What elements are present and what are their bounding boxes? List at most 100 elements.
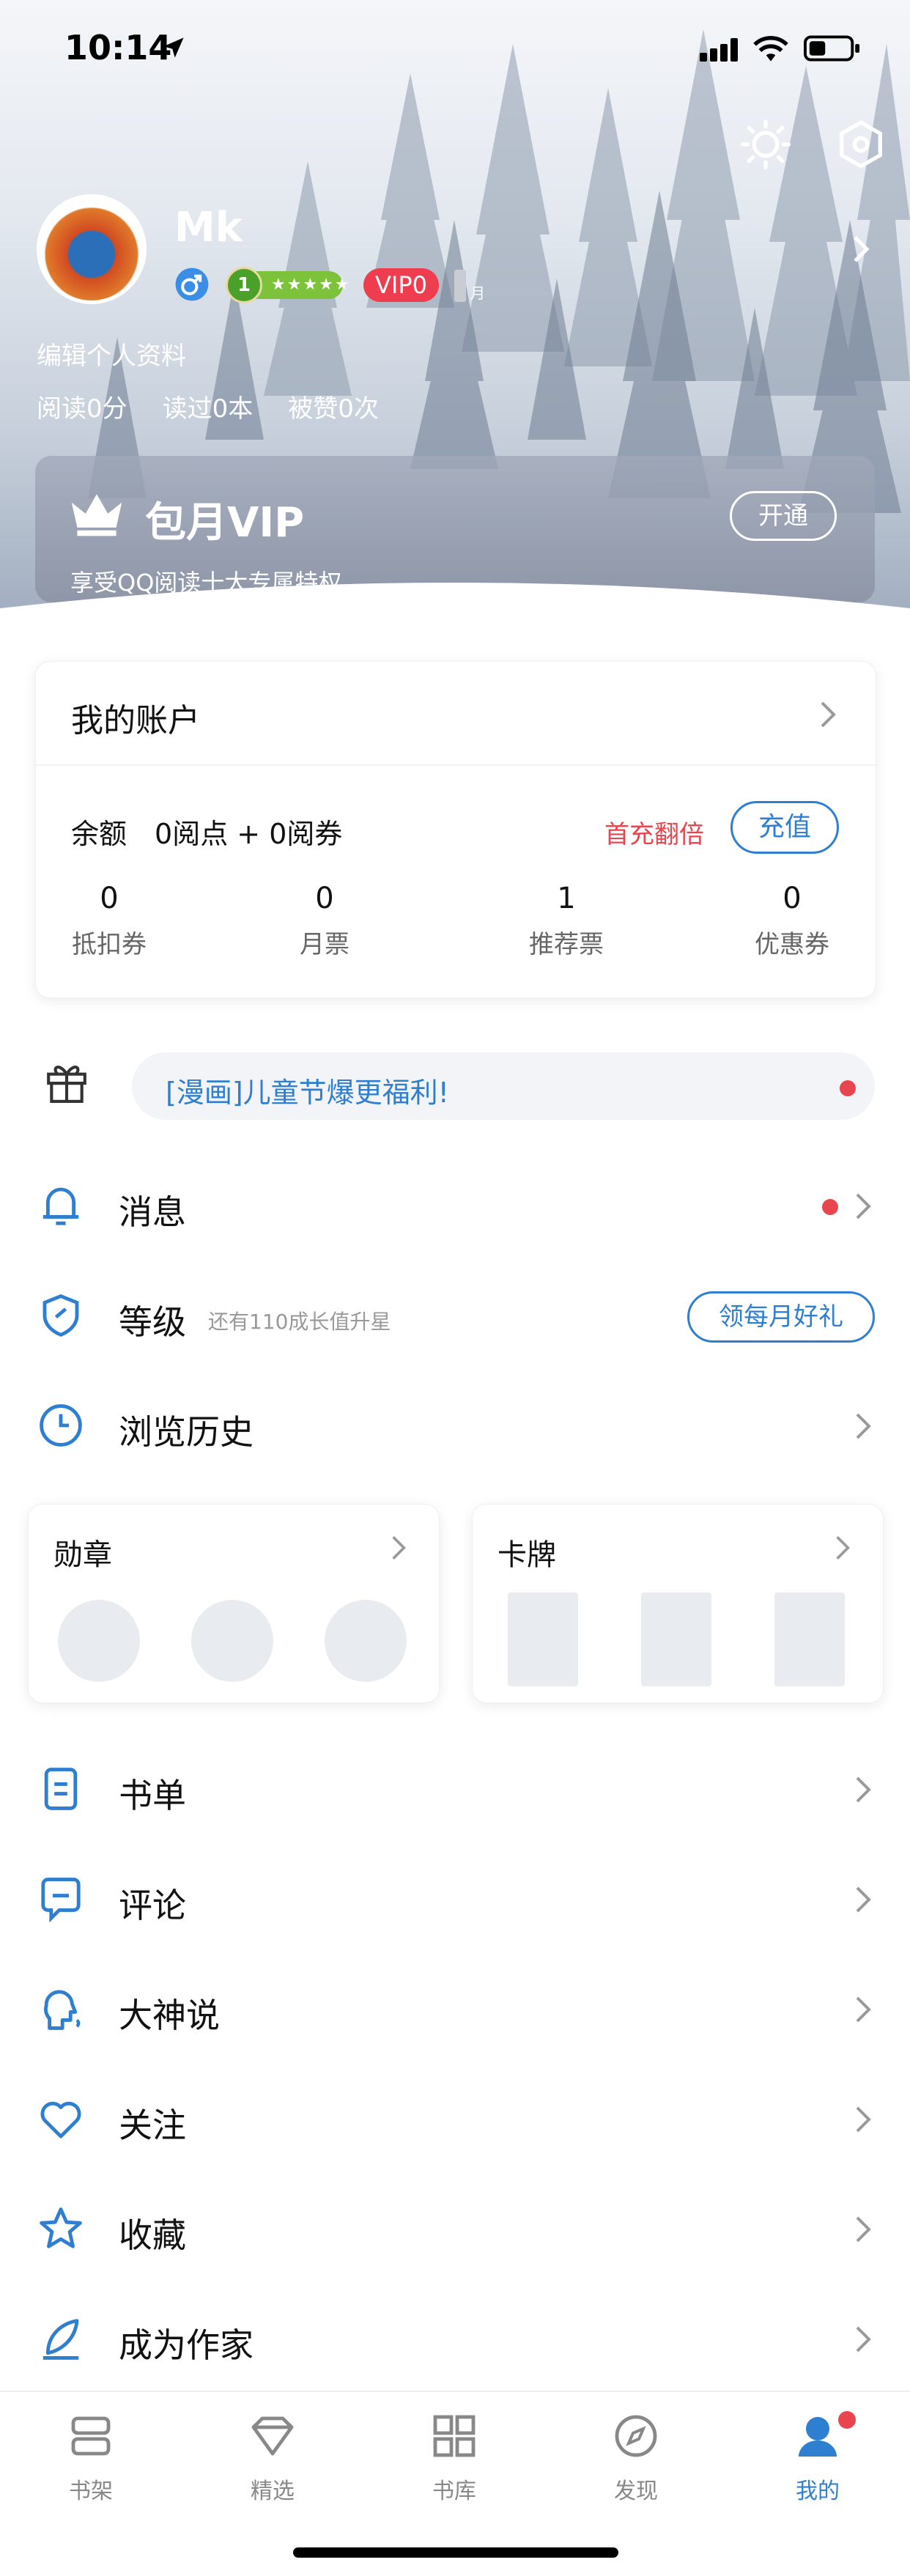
metric-deduction-coupon[interactable]: 0 抵扣券	[36, 882, 182, 960]
tab-me[interactable]: 我的	[744, 2410, 891, 2527]
brightness-icon[interactable]	[740, 119, 791, 170]
metric-discount-coupon[interactable]: 0 优惠券	[719, 882, 865, 960]
location-arrow-icon	[163, 37, 184, 58]
clock-icon	[40, 1404, 82, 1447]
notification-dot	[840, 1080, 856, 1096]
stat-likes: 被赞0次	[288, 394, 379, 424]
menu-item-history[interactable]: 浏览历史	[0, 1379, 910, 1475]
status-bar: 10:14	[0, 0, 910, 95]
tab-discover[interactable]: 发现	[563, 2410, 709, 2527]
metric-label: 推荐票	[529, 930, 604, 959]
header-curve	[0, 583, 910, 630]
chevron-right-icon	[856, 1193, 871, 1219]
profile-chevron-right-icon[interactable]	[850, 235, 872, 264]
medals-card[interactable]: 勋章	[28, 1504, 440, 1703]
balance-label: 余额	[71, 818, 127, 850]
menu-label: 浏览历史	[119, 1412, 254, 1452]
vip-title: 包月VIP	[145, 499, 305, 547]
settings-hexagon-icon[interactable]	[835, 119, 887, 170]
diamond-icon	[251, 2416, 294, 2456]
level-hint: 还有110成长值升星	[208, 1310, 391, 1334]
user-level-badge[interactable]: 1 ★★★★★	[226, 267, 349, 303]
edit-profile-link[interactable]: 编辑个人资料	[37, 336, 186, 372]
comment-icon	[41, 1878, 81, 1923]
recharge-button[interactable]: 充值	[730, 801, 839, 854]
medals-title: 勋章	[53, 1538, 112, 1572]
first-recharge-double-text[interactable]: 首充翻倍	[604, 814, 704, 850]
menu-item-level[interactable]: 等级 还有110成长值升星 领每月好礼	[0, 1269, 910, 1365]
battery-icon	[804, 35, 860, 62]
metric-label: 抵扣券	[72, 930, 147, 959]
home-indicator	[293, 2547, 618, 2558]
monthly-badge-label: 月	[470, 284, 485, 302]
menu-label: 评论	[119, 1886, 186, 1925]
tab-bookshelf[interactable]: 书架	[18, 2410, 164, 2527]
account-chevron-right-icon[interactable]	[818, 700, 837, 729]
person-icon	[799, 2417, 837, 2457]
tab-label: 精选	[251, 2479, 295, 2504]
metric-monthly-ticket[interactable]: 0 月票	[251, 882, 398, 960]
chevron-right-icon	[836, 1536, 850, 1560]
vip-open-button[interactable]: 开通	[730, 491, 837, 541]
menu-item-messages[interactable]: 消息	[0, 1159, 910, 1255]
card-placeholder	[641, 1593, 711, 1686]
star-icon	[40, 2207, 82, 2248]
menu-label: 关注	[119, 2106, 186, 2145]
account-title[interactable]: 我的账户	[71, 694, 200, 741]
stat-books-read: 读过0本	[162, 394, 254, 424]
status-time: 10:14	[64, 28, 172, 67]
menu-item-follow[interactable]: 关注	[0, 2073, 910, 2168]
menu-label: 书单	[119, 1776, 186, 1815]
cards-card[interactable]: 卡牌	[472, 1504, 884, 1703]
menu-label: 消息	[119, 1192, 186, 1232]
metric-value: 0	[315, 882, 334, 915]
chevron-right-icon	[856, 2326, 871, 2352]
bell-icon	[42, 1187, 79, 1225]
my-account-card: 我的账户 余额 0阅点 + 0阅券 首充翻倍 充值 0 抵扣券 0 月票 1 推荐…	[35, 661, 876, 998]
promo-text: [漫画]儿童节爆更福利!	[166, 1077, 449, 1109]
medal-placeholder	[191, 1600, 273, 1682]
medal-placeholder	[325, 1600, 407, 1682]
chevron-right-icon	[856, 1886, 871, 1913]
menu-label: 大神说	[119, 1996, 220, 2035]
avatar[interactable]	[37, 194, 147, 304]
tab-label: 书架	[69, 2479, 113, 2504]
menu-label: 等级	[119, 1302, 186, 1342]
vip-level-badge[interactable]: VIP0	[363, 268, 439, 302]
level-number: 1	[226, 267, 262, 303]
crown-icon	[71, 494, 122, 536]
metric-value: 0	[783, 882, 802, 915]
metric-value: 0	[100, 882, 119, 915]
chevron-right-icon	[856, 1413, 871, 1439]
bookshelf-icon	[71, 2416, 111, 2456]
tab-library[interactable]: 书库	[381, 2410, 528, 2527]
menu-item-comments[interactable]: 评论	[0, 1853, 910, 1948]
tab-label: 我的	[796, 2479, 840, 2504]
reading-stats: 阅读0分 读过0本 被赞0次	[37, 388, 414, 424]
promo-banner[interactable]: [漫画]儿童节爆更福利!	[132, 1052, 875, 1120]
menu-item-master-talk[interactable]: 大神说	[0, 1963, 910, 2058]
menu-item-become-writer[interactable]: 成为作家	[0, 2292, 910, 2388]
cards-title: 卡牌	[497, 1538, 556, 1572]
notification-dot	[838, 2411, 856, 2429]
card-placeholder	[508, 1593, 578, 1686]
menu-label: 收藏	[119, 2215, 186, 2255]
chevron-right-icon	[856, 2106, 871, 2133]
metric-recommend-ticket[interactable]: 1 推荐票	[493, 882, 640, 960]
balance-row: 余额 0阅点 + 0阅券	[71, 811, 342, 852]
wifi-icon	[753, 36, 788, 62]
tab-label: 书库	[432, 2479, 476, 2504]
speaking-head-icon	[44, 1990, 81, 2030]
menu-item-favorites[interactable]: 收藏	[0, 2182, 910, 2278]
chevron-right-icon	[392, 1536, 406, 1560]
chevron-right-icon	[856, 1996, 871, 2023]
monthly-gift-button[interactable]: 领每月好礼	[687, 1291, 875, 1343]
monthly-badge[interactable]: 月	[454, 270, 491, 303]
menu-item-booklist[interactable]: 书单	[0, 1743, 910, 1838]
metric-label: 月票	[300, 930, 349, 959]
tab-featured[interactable]: 精选	[199, 2410, 346, 2527]
tab-label: 发现	[614, 2479, 658, 2504]
grid-icon	[433, 2415, 476, 2457]
heart-icon	[40, 2101, 81, 2138]
divider	[36, 764, 876, 766]
